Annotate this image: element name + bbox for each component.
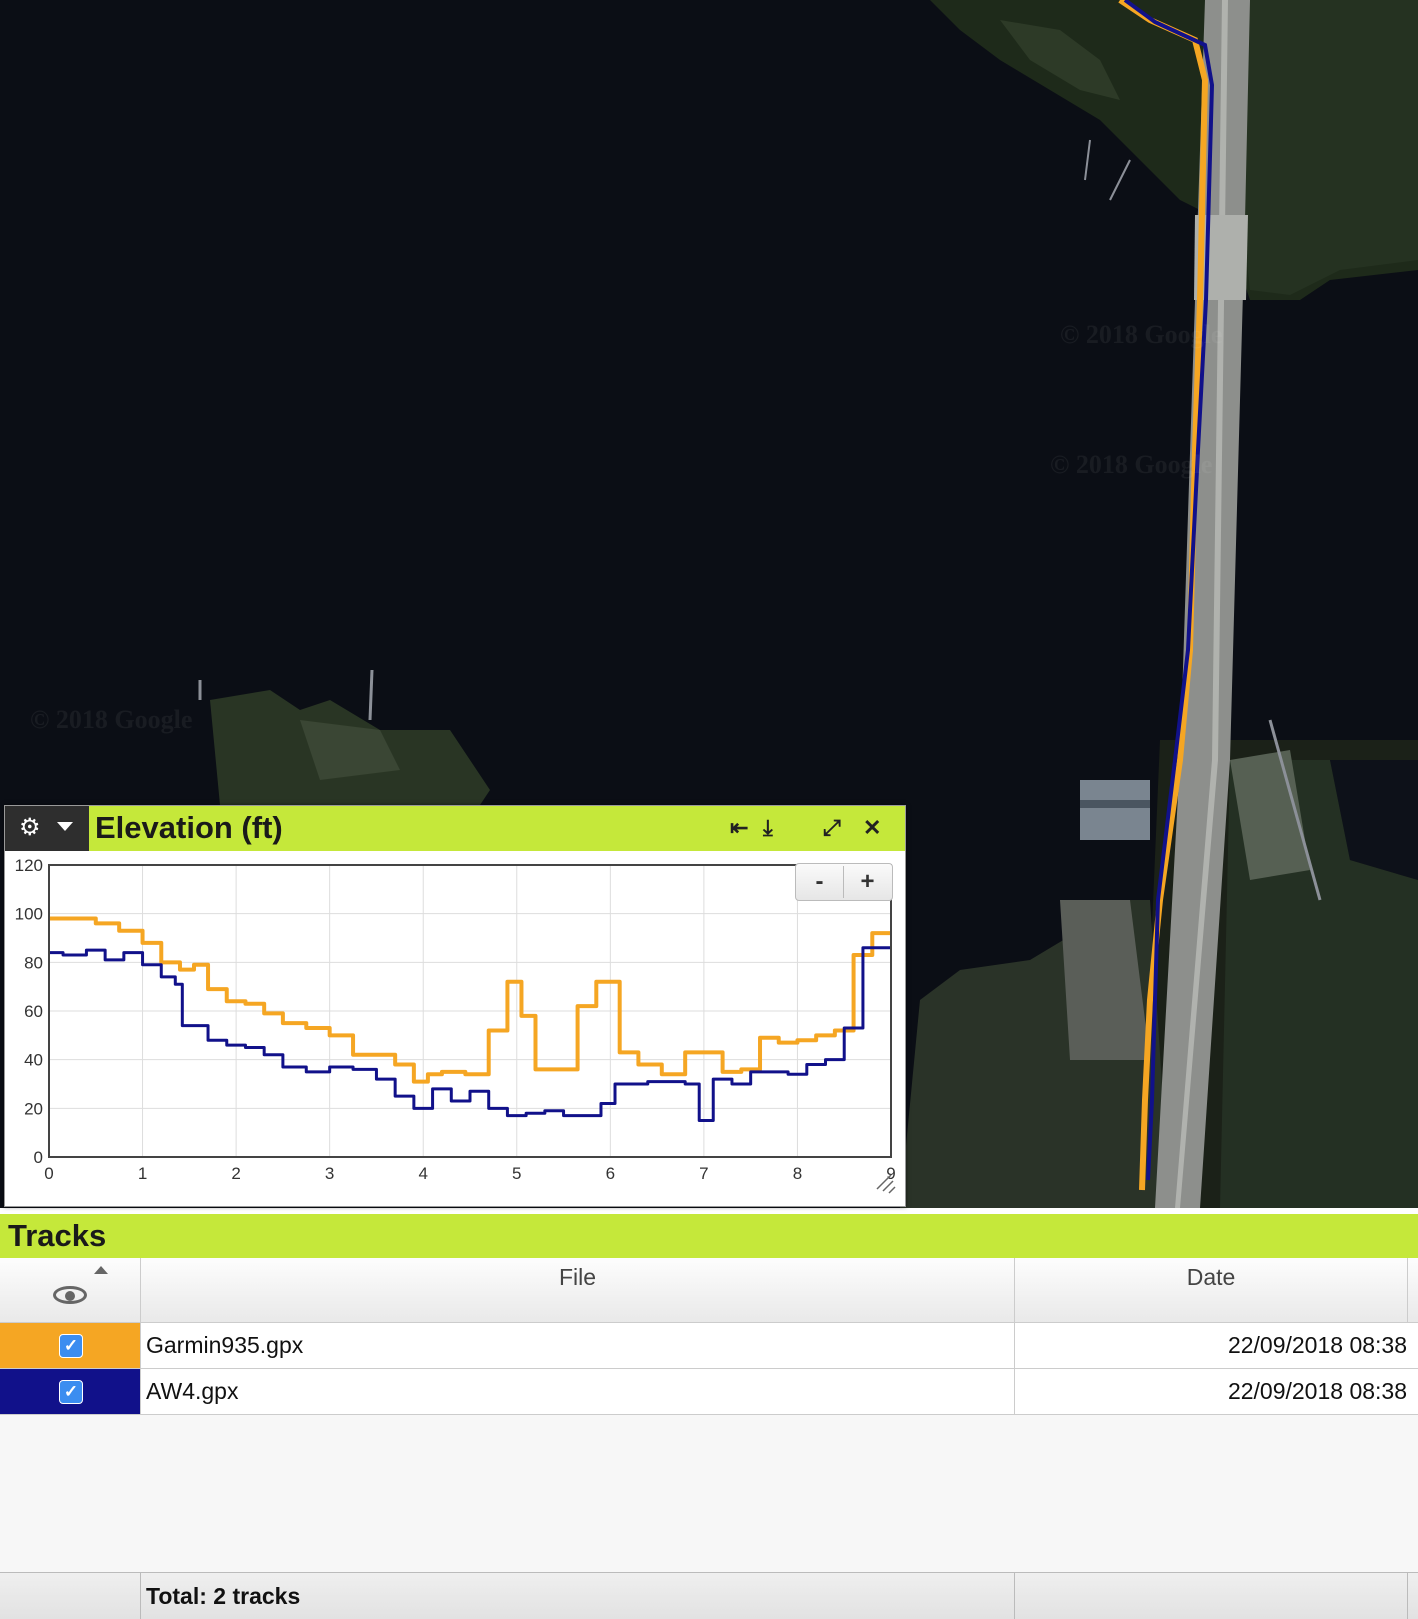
map-watermark: © 2018 Google: [1050, 450, 1213, 479]
gear-icon[interactable]: ⚙: [19, 814, 41, 842]
eye-icon: [53, 1286, 87, 1304]
elevation-panel: ⚙ Elevation (ft) ⇤ ⤓ ⤢ ✕ 0 1 2 3 4 5 6 7 8 9 0 20 40…: [4, 805, 906, 1207]
x-tick-label: 7: [699, 1164, 708, 1183]
x-tick-label: 3: [325, 1164, 334, 1183]
zoom-out-button[interactable]: -: [796, 866, 844, 898]
chevron-down-icon[interactable]: [57, 822, 73, 831]
download-icon[interactable]: ⤓: [763, 816, 773, 840]
footer-cell: [1015, 1573, 1408, 1619]
table-row[interactable]: ✓ AW4.gpx 22/09/2018 08:38: [0, 1369, 1418, 1415]
y-tick-label: 80: [24, 953, 43, 972]
y-tick-label: 0: [34, 1148, 43, 1167]
column-file-label: File: [558, 1264, 597, 1290]
tracks-table-header: File Date: [0, 1258, 1418, 1323]
x-tick-label: 6: [606, 1164, 615, 1183]
y-tick-label: 20: [24, 1099, 43, 1118]
tracks-panel-title: Tracks: [8, 1218, 107, 1253]
close-icon[interactable]: ✕: [863, 816, 881, 840]
y-tick-label: 120: [15, 856, 43, 875]
chart-zoom-controls: - +: [795, 863, 893, 901]
footer-cell: [0, 1573, 141, 1619]
sort-ascending-icon: [94, 1266, 108, 1274]
track-date: 22/09/2018 08:38: [1014, 1323, 1407, 1368]
elevation-chart-svg: 0 1 2 3 4 5 6 7 8 9 0 20 40 60 80 100 120: [15, 856, 896, 1194]
elevation-panel-title: Elevation (ft): [95, 810, 283, 845]
track-file-name: AW4.gpx: [146, 1378, 239, 1404]
zoom-in-button[interactable]: +: [844, 866, 891, 898]
column-date[interactable]: Date: [1015, 1258, 1408, 1322]
x-tick-label: 2: [231, 1164, 240, 1183]
table-row[interactable]: ✓ Garmin935.gpx 22/09/2018 08:38: [0, 1323, 1418, 1369]
y-tick-label: 60: [24, 1002, 43, 1021]
track-color-swatch: ✓: [0, 1369, 141, 1414]
x-tick-label: 0: [44, 1164, 53, 1183]
y-tick-label: 100: [15, 905, 43, 924]
track-date: 22/09/2018 08:38: [1014, 1369, 1407, 1414]
map-watermark: © 2018 Google: [1060, 320, 1223, 349]
x-tick-label: 8: [793, 1164, 802, 1183]
x-tick-label: 9: [886, 1164, 895, 1183]
tracks-total: Total: 2 tracks: [146, 1583, 301, 1609]
tracks-panel-header: Tracks: [0, 1214, 1418, 1258]
x-tick-label: 4: [418, 1164, 427, 1183]
track-visible-checkbox[interactable]: ✓: [59, 1334, 83, 1358]
track-visible-checkbox[interactable]: ✓: [59, 1380, 83, 1404]
track-file-name: Garmin935.gpx: [146, 1332, 304, 1358]
elevation-panel-header: ⚙ Elevation (ft) ⇤ ⤓ ⤢ ✕: [5, 806, 905, 851]
tracks-table-footer: Total: 2 tracks: [0, 1572, 1418, 1619]
elevation-chart[interactable]: 0 1 2 3 4 5 6 7 8 9 0 20 40 60 80 100 120: [5, 851, 905, 1206]
x-tick-label: 1: [138, 1164, 147, 1183]
column-file[interactable]: File: [141, 1258, 1015, 1322]
track-color-swatch: ✓: [0, 1323, 141, 1368]
column-visibility[interactable]: [0, 1258, 141, 1322]
expand-icon[interactable]: ⤢: [823, 816, 841, 840]
x-tick-label: 5: [512, 1164, 521, 1183]
y-tick-label: 40: [24, 1051, 43, 1070]
fit-left-icon[interactable]: ⇤: [730, 816, 748, 840]
elevation-settings-menu[interactable]: ⚙: [5, 806, 89, 851]
tracks-panel: Tracks File Date ✓ Garmin935.gpx 22/09/2…: [0, 1214, 1418, 1619]
column-date-label: Date: [1186, 1264, 1236, 1290]
map-watermark: © 2018 Google: [30, 705, 193, 734]
